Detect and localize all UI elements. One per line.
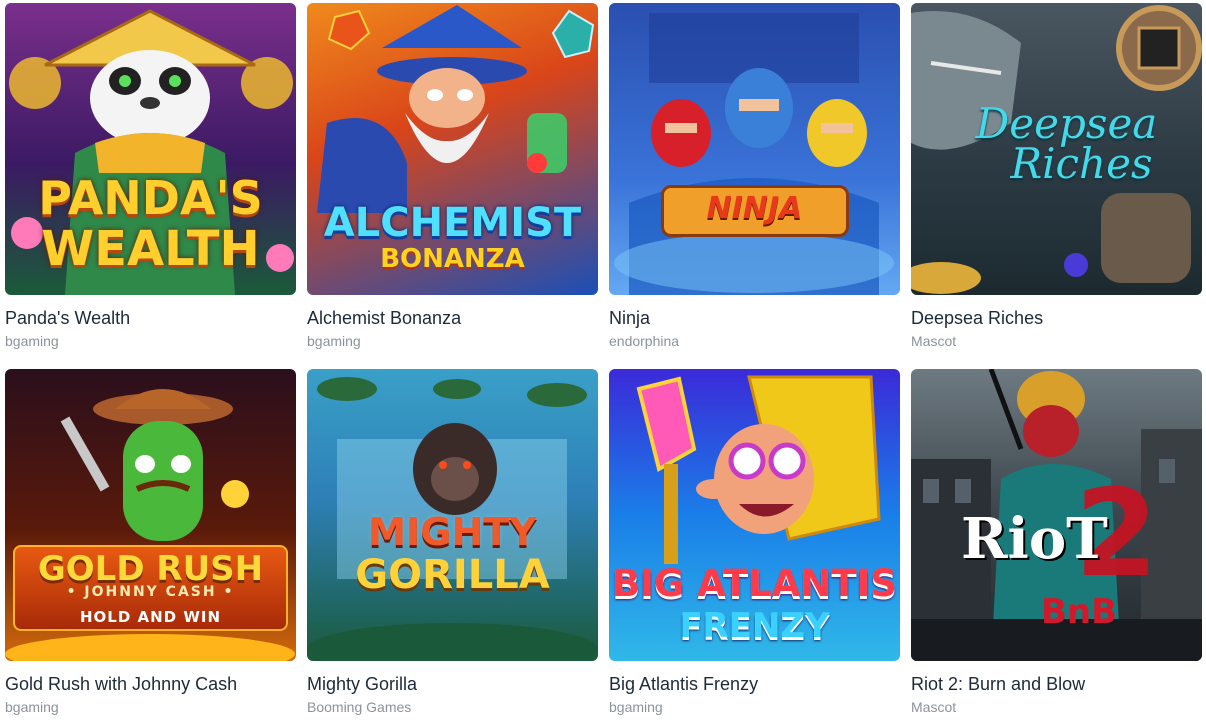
game-card-riot-2[interactable]: 2 RioT BnB Riot 2: Burn and Blow Mascot	[911, 369, 1202, 726]
game-logo-line-1: ALCHEMIST	[323, 200, 582, 246]
game-title[interactable]: Deepsea Riches	[911, 308, 1202, 329]
game-title[interactable]: Big Atlantis Frenzy	[609, 674, 900, 695]
game-logo-line-2: BnB	[1041, 592, 1118, 632]
game-thumbnail[interactable]: Deepsea Riches	[911, 3, 1202, 295]
game-thumbnail[interactable]: ALCHEMIST BONANZA	[307, 3, 598, 295]
game-thumbnail[interactable]: GOLD RUSH • JOHNNY CASH • HOLD AND WIN	[5, 369, 296, 661]
game-grid: PANDA'S WEALTH Panda's Wealth bgaming AL…	[5, 3, 1202, 726]
game-provider: Mascot	[911, 699, 957, 715]
game-card-ninja[interactable]: NINJA Ninja endorphina	[609, 3, 900, 360]
game-provider: bgaming	[307, 333, 361, 349]
game-logo-line-1: RioT	[961, 506, 1108, 572]
game-thumbnail[interactable]: NINJA	[609, 3, 900, 295]
game-logo-line-1: MIGHTY	[368, 510, 537, 554]
game-logo-line-1: GOLD RUSH	[37, 549, 264, 589]
game-title[interactable]: Mighty Gorilla	[307, 674, 598, 695]
game-thumbnail[interactable]: PANDA'S WEALTH	[5, 3, 296, 295]
game-thumbnail[interactable]: BIG ATLANTIS FRENZY	[609, 369, 900, 661]
game-title[interactable]: Panda's Wealth	[5, 308, 296, 329]
game-logo-line-1: PANDA'S	[38, 171, 263, 225]
game-provider: endorphina	[609, 333, 680, 349]
game-card-gold-rush[interactable]: GOLD RUSH • JOHNNY CASH • HOLD AND WIN G…	[5, 369, 296, 726]
game-card-big-atlantis-frenzy[interactable]: BIG ATLANTIS FRENZY Big Atlantis Frenzy …	[609, 369, 900, 726]
game-logo-line-3: HOLD AND WIN	[79, 608, 222, 626]
game-thumbnail[interactable]: 2 RioT BnB	[911, 369, 1202, 661]
game-logo-line-2: GORILLA	[355, 552, 550, 598]
game-logo-line-1: BIG ATLANTIS	[611, 562, 898, 605]
game-provider: Booming Games	[307, 699, 412, 715]
game-logo-line-2: Riches	[1010, 139, 1153, 188]
game-logo-line-2: FRENZY	[679, 606, 830, 646]
game-card-alchemist-bonanza[interactable]: ALCHEMIST BONANZA Alchemist Bonanza bgam…	[307, 3, 598, 360]
game-logo-line-2: BONANZA	[380, 244, 525, 274]
game-title[interactable]: Alchemist Bonanza	[307, 308, 598, 329]
game-logo-line-2: • JOHNNY CASH •	[66, 584, 235, 600]
game-card-deepsea-riches[interactable]: Deepsea Riches Deepsea Riches Mascot	[911, 3, 1202, 360]
game-card-pandas-wealth[interactable]: PANDA'S WEALTH Panda's Wealth bgaming	[5, 3, 296, 360]
game-provider: bgaming	[609, 699, 663, 715]
game-card-mighty-gorilla[interactable]: MIGHTY GORILLA Mighty Gorilla Booming Ga…	[307, 369, 598, 726]
ninja-artwork	[614, 13, 894, 295]
game-title[interactable]: Ninja	[609, 308, 900, 329]
game-provider: Mascot	[911, 333, 957, 349]
game-provider: bgaming	[5, 333, 59, 349]
game-title[interactable]: Riot 2: Burn and Blow	[911, 674, 1202, 695]
game-thumbnail[interactable]: MIGHTY GORILLA	[307, 369, 598, 661]
game-logo-line-1: NINJA	[706, 191, 803, 226]
game-logo-line-2: WEALTH	[41, 221, 260, 277]
game-provider: bgaming	[5, 699, 59, 715]
game-title[interactable]: Gold Rush with Johnny Cash	[5, 674, 296, 695]
